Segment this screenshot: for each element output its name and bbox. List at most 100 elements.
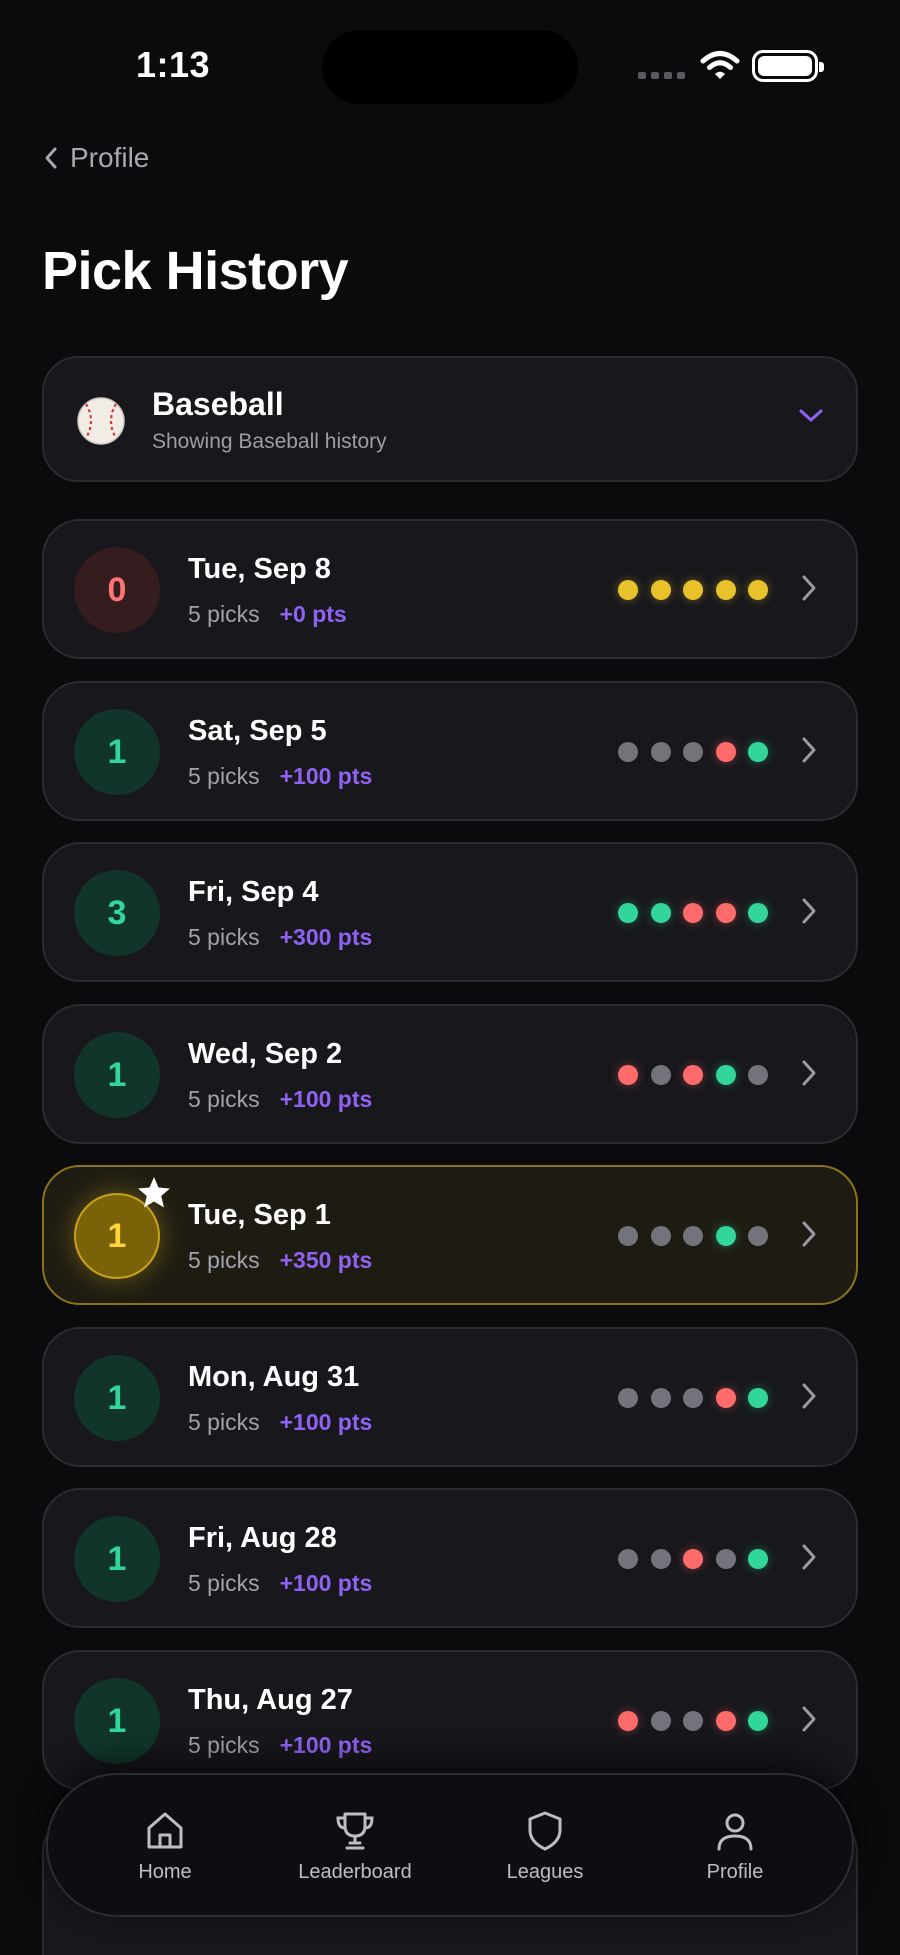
history-row[interactable]: 3 Fri, Sep 4 5 picks +300 pts bbox=[42, 842, 858, 982]
pick-result-dot-loss bbox=[715, 903, 736, 923]
pick-result-dot-loss bbox=[618, 1065, 638, 1085]
sport-selector[interactable]: Baseball Showing Baseball history bbox=[42, 356, 858, 482]
chevron-right-icon bbox=[802, 737, 816, 763]
pick-results bbox=[618, 1388, 768, 1408]
score-badge: 1 bbox=[74, 709, 160, 795]
score-badge: 1 bbox=[74, 1678, 160, 1764]
sport-name: Baseball bbox=[152, 386, 284, 422]
user-icon bbox=[717, 1813, 753, 1851]
day-meta: 5 picks +100 pts bbox=[188, 763, 372, 790]
sport-subtitle: Showing Baseball history bbox=[152, 430, 387, 453]
pick-result-dot-win bbox=[618, 903, 638, 923]
pick-result-dot-win bbox=[748, 1388, 768, 1408]
pick-result-dot-void bbox=[683, 1711, 703, 1731]
tab-leagues[interactable]: Leagues bbox=[450, 1809, 640, 1884]
pick-result-dot-void bbox=[650, 1065, 671, 1085]
back-button[interactable]: Profile bbox=[44, 138, 149, 178]
day-meta: 5 picks +100 pts bbox=[188, 1570, 372, 1597]
tab-profile[interactable]: Profile bbox=[640, 1809, 830, 1884]
points-earned: +100 pts bbox=[279, 1086, 373, 1112]
day-meta: 5 picks +100 pts bbox=[188, 1409, 372, 1436]
pick-result-dot-pending bbox=[683, 580, 703, 600]
pick-result-dot-void bbox=[748, 1226, 768, 1246]
history-row[interactable]: 1 Fri, Aug 28 5 picks +100 pts bbox=[42, 1488, 858, 1628]
points-earned: +100 pts bbox=[279, 1570, 373, 1596]
pick-result-dot-loss bbox=[618, 1711, 638, 1731]
history-row[interactable]: 0 Tue, Sep 8 5 picks +0 pts bbox=[42, 519, 858, 659]
status-bar: 1:13 bbox=[0, 0, 900, 130]
pick-result-dot-pending bbox=[650, 580, 671, 600]
pick-result-dot-loss bbox=[683, 903, 703, 923]
tab-label: Leaderboard bbox=[298, 1861, 412, 1883]
pick-result-dot-void bbox=[618, 742, 638, 762]
pick-result-dot-loss bbox=[715, 1711, 736, 1731]
chevron-right-icon bbox=[802, 1706, 816, 1732]
trophy-icon bbox=[336, 1812, 374, 1850]
day-date: Wed, Sep 2 bbox=[188, 1038, 343, 1070]
pick-result-dot-loss bbox=[715, 742, 736, 762]
pick-result-dot-void bbox=[618, 1549, 638, 1569]
pick-result-dot-loss bbox=[683, 1549, 703, 1569]
chevron-right-icon bbox=[802, 1544, 816, 1570]
picks-count: 5 picks bbox=[188, 1247, 260, 1273]
chevron-right-icon bbox=[802, 1383, 816, 1409]
pick-result-dot-pending bbox=[748, 580, 768, 600]
pick-result-dot-void bbox=[683, 1388, 703, 1408]
day-meta: 5 picks +100 pts bbox=[188, 1086, 372, 1113]
chevron-right-icon bbox=[802, 898, 816, 924]
pick-result-dot-void bbox=[683, 1226, 703, 1246]
picks-count: 5 picks bbox=[188, 1570, 260, 1596]
chevron-down-icon bbox=[799, 409, 823, 422]
tab-leaderboard[interactable]: Leaderboard bbox=[260, 1809, 450, 1884]
pick-result-dot-win bbox=[715, 1065, 736, 1085]
history-row[interactable]: 1 Tue, Sep 15 picks +350 pts bbox=[42, 1165, 858, 1305]
tab-label: Profile bbox=[706, 1861, 764, 1883]
dynamic-island bbox=[322, 30, 578, 104]
points-earned: +350 pts bbox=[279, 1247, 373, 1273]
picks-count: 5 picks bbox=[188, 763, 260, 789]
pick-result-dot-void bbox=[650, 1388, 671, 1408]
history-row[interactable]: 1 Wed, Sep 2 5 picks +100 pts bbox=[42, 1004, 858, 1144]
day-meta: 5 picks +300 pts bbox=[188, 924, 372, 951]
pick-result-dot-void bbox=[618, 1388, 638, 1408]
pick-results bbox=[618, 1549, 768, 1569]
score-badge: 1 bbox=[74, 1355, 160, 1441]
points-earned: +0 pts bbox=[279, 601, 347, 627]
pick-results bbox=[618, 742, 768, 762]
picks-count: 5 picks bbox=[188, 924, 260, 950]
shield-icon bbox=[528, 1811, 562, 1851]
picks-count: 5 picks bbox=[188, 601, 260, 627]
pick-result-dot-void bbox=[715, 1549, 736, 1569]
points-earned: +100 pts bbox=[279, 1409, 373, 1435]
pick-result-dot-void bbox=[650, 1226, 671, 1246]
day-date: Fri, Aug 28 bbox=[188, 1522, 337, 1554]
score-badge: 3 bbox=[74, 870, 160, 956]
score-badge: 0 bbox=[74, 547, 160, 633]
day-date: Tue, Sep 1 bbox=[188, 1199, 331, 1231]
chevron-right-icon bbox=[802, 575, 816, 601]
picks-count: 5 picks bbox=[188, 1732, 260, 1758]
back-label: Profile bbox=[70, 142, 150, 173]
tab-home[interactable]: Home bbox=[70, 1809, 260, 1884]
points-earned: +100 pts bbox=[279, 763, 373, 789]
pick-result-dot-void bbox=[650, 1549, 671, 1569]
page-title: Pick History bbox=[42, 241, 349, 301]
tab-label: Home bbox=[138, 1861, 192, 1883]
picks-count: 5 picks bbox=[188, 1409, 260, 1435]
day-meta: 5 picks +100 pts bbox=[188, 1732, 372, 1759]
history-row[interactable]: 1 Thu, Aug 27 5 picks +100 pts bbox=[42, 1650, 858, 1790]
pick-result-dot-pending bbox=[618, 580, 638, 600]
pick-result-dot-win bbox=[748, 1711, 768, 1731]
chevron-right-icon bbox=[802, 1221, 816, 1247]
history-row[interactable]: 1 Sat, Sep 5 5 picks +100 pts bbox=[42, 681, 858, 821]
pick-result-dot-win bbox=[748, 742, 768, 762]
cellular-signal-icon bbox=[638, 72, 685, 79]
pick-result-dot-win bbox=[650, 903, 671, 923]
day-date: Fri, Sep 4 bbox=[188, 876, 319, 908]
chevron-right-icon bbox=[802, 1060, 816, 1086]
history-row[interactable]: 1 Mon, Aug 31 5 picks +100 pts bbox=[42, 1327, 858, 1467]
day-date: Thu, Aug 27 bbox=[188, 1684, 353, 1716]
star-icon bbox=[138, 1177, 170, 1208]
pick-results bbox=[618, 580, 768, 600]
pick-results bbox=[618, 903, 768, 923]
